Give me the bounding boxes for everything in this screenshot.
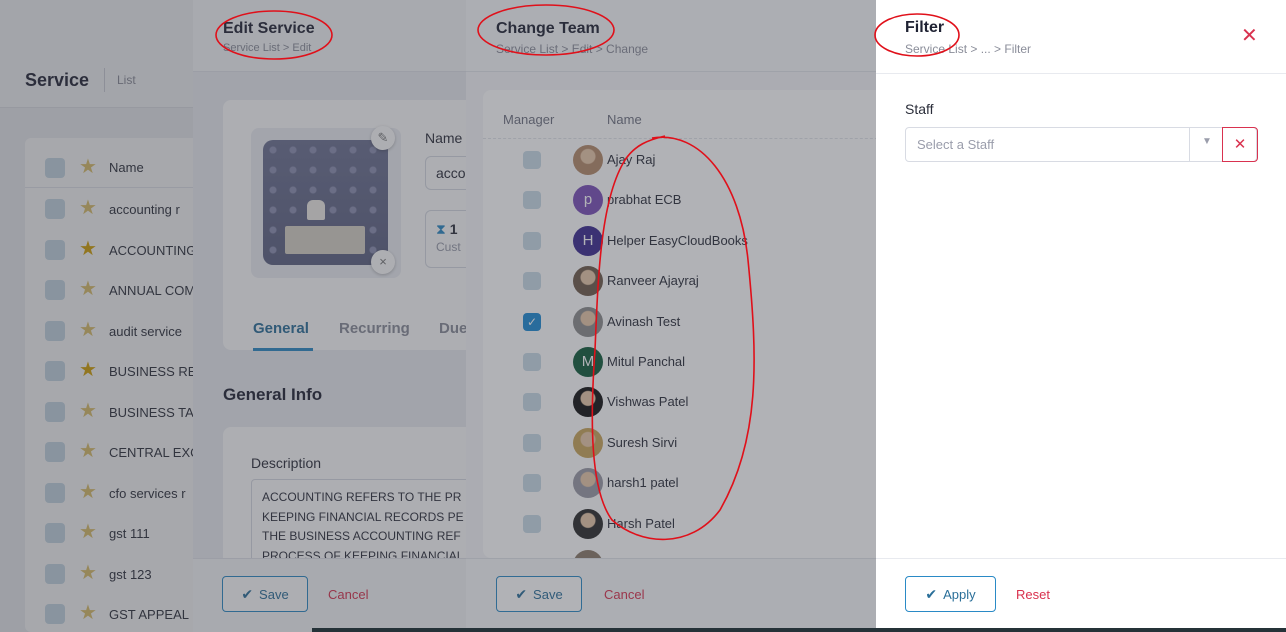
filter-panel: Filter Service List > ... > Filter ✕ Sta… <box>876 0 1286 632</box>
staff-select[interactable]: Select a Staff ▼ ✕ <box>905 127 1258 162</box>
filter-panel-title: Filter <box>905 19 945 36</box>
taskbar-strip <box>312 628 1286 632</box>
filter-panel-footer: ✔ Apply Reset <box>876 558 1286 632</box>
close-icon[interactable]: ✕ <box>1241 26 1258 46</box>
apply-label: Apply <box>943 587 976 602</box>
staff-label: Staff <box>905 101 934 117</box>
check-icon: ✔ <box>925 586 938 602</box>
chevron-down-icon[interactable]: ▼ <box>1202 136 1212 147</box>
app-root: Service List ★ Name ★ accounting r ★ ACCOUN… <box>0 0 1286 632</box>
apply-button[interactable]: ✔ Apply <box>905 576 996 612</box>
clear-selection-icon[interactable]: ✕ <box>1222 127 1258 162</box>
filter-panel-header: Filter Service List > ... > Filter ✕ <box>876 0 1286 74</box>
filter-breadcrumb[interactable]: Service List > ... > Filter <box>905 42 1031 56</box>
reset-button[interactable]: Reset <box>1016 587 1050 602</box>
staff-select-placeholder: Select a Staff <box>917 137 995 152</box>
select-divider <box>1189 128 1190 161</box>
